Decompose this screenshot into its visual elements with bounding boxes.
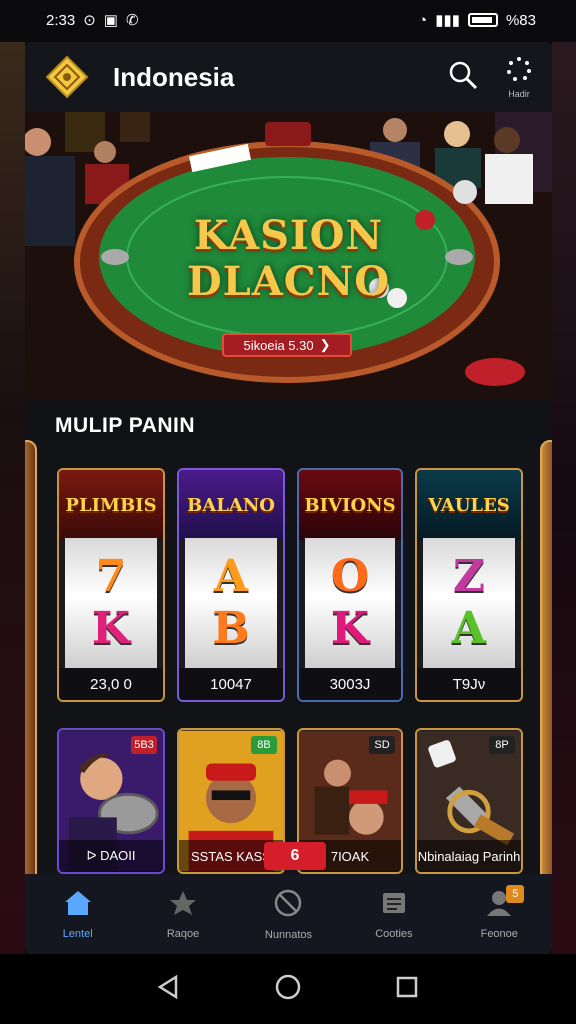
menu-label: Hadir — [508, 88, 530, 99]
menu-button[interactable]: Hadir — [506, 56, 532, 99]
game-label: Nbinalaiag Parinh — [417, 840, 521, 872]
slot-symbol: O — [330, 551, 370, 602]
phone-frame: 2:33 ⊙ ▣ ✆ ◔ ▮▮▮ %83 Indonesia Hadir KAS… — [0, 0, 576, 1024]
slot-symbol: K — [330, 603, 370, 654]
wifi-alt-icon: ⊙ — [83, 12, 96, 29]
hero-action-label: 5ikoeia 5.30 — [243, 337, 314, 353]
game-badge: 8P — [489, 736, 515, 754]
slot-reel: A B — [185, 538, 277, 668]
slot-card-1[interactable]: PLIMBIS 7 K 23,0 0 — [57, 468, 165, 702]
game-badge: 5B3 — [131, 736, 157, 754]
card-icon: ▣ — [103, 12, 118, 29]
slot-title: BALANO — [179, 470, 283, 540]
slot-title: VAULES — [417, 470, 521, 540]
star-icon — [168, 889, 198, 922]
game-label: ᐅ DAOII — [59, 840, 163, 872]
nav-item-news[interactable]: Cooties — [349, 889, 439, 940]
status-bar: 2:33 ⊙ ▣ ✆ ◔ ▮▮▮ %83 — [0, 0, 576, 40]
nav-item-home[interactable]: Lentel — [33, 889, 123, 940]
slot-card-3[interactable]: BIVIONS O K 3003J — [297, 468, 403, 702]
background-right-edge — [552, 42, 576, 954]
bottom-nav: Lentel Raqoe Nunnatos Cooties 5 Feonoe — [25, 874, 552, 954]
app-title: Indonesia — [113, 61, 235, 92]
slot-symbol: K — [91, 603, 131, 654]
status-time: 2:33 — [46, 11, 76, 29]
game-badge: SD — [369, 736, 395, 754]
hero-title-line2: DLACNO — [186, 258, 391, 305]
slot-title: PLIMBIS — [59, 470, 163, 540]
nav-item-restrictions[interactable]: Nunnatos — [243, 888, 333, 941]
slot-card-4[interactable]: VAULES Z A T9Jν — [415, 468, 523, 702]
nav-label: Feonoe — [480, 927, 518, 940]
recents-icon[interactable] — [394, 974, 420, 1005]
grid-dots-icon — [506, 56, 532, 87]
battery-icon — [467, 13, 498, 27]
slot-card-2[interactable]: BALANO A B 10047 — [177, 468, 285, 702]
nav-item-favorites[interactable]: Raqoe — [138, 889, 228, 940]
status-right: ◔ ▮▮▮ %83 — [418, 11, 536, 30]
background-left-edge — [0, 42, 25, 954]
chevron-right-icon: ❯ — [319, 337, 331, 352]
notification-badge: 5 — [506, 884, 525, 903]
battery-text: %83 — [505, 11, 536, 29]
game-card-1[interactable]: 5B3 ᐅ DAOII — [57, 728, 165, 874]
nav-label: Lentel — [62, 927, 93, 940]
hero-title-line1: KASION — [193, 212, 384, 259]
slot-reel: 7 K — [65, 538, 157, 668]
slot-value: T9Jν — [417, 668, 521, 700]
header-actions: Hadir — [448, 56, 532, 99]
slot-symbol: B — [212, 603, 250, 654]
section-title: MULIP PANIN — [55, 414, 196, 437]
signal-icon: ▮▮▮ — [435, 12, 460, 29]
right-rail-decoration — [540, 440, 552, 888]
system-nav-bar — [0, 954, 576, 1024]
slot-symbol: Z — [452, 551, 486, 602]
home-circle-icon[interactable] — [274, 973, 302, 1006]
nav-label: Raqoe — [166, 927, 200, 940]
slot-value: 3003J — [299, 668, 401, 700]
nav-label: Cooties — [375, 927, 413, 940]
hero-banner[interactable]: KASION DLACNO 5ikoeia 5.30 ❯ — [25, 112, 552, 400]
nav-item-profile[interactable]: 5 Feonoe — [454, 884, 544, 940]
slot-symbol: A — [213, 551, 249, 602]
status-left: 2:33 ⊙ ▣ ✆ — [46, 11, 139, 30]
app-window: Indonesia Hadir KASION DLACNO 5ikoeia 5.… — [25, 42, 552, 954]
logo-icon[interactable] — [45, 55, 89, 99]
slot-symbol: A — [451, 603, 487, 654]
nav-label: Nunnatos — [264, 928, 313, 941]
news-icon — [379, 889, 409, 922]
slot-reel: Z A — [423, 538, 515, 668]
search-icon[interactable] — [448, 60, 478, 95]
slot-value: 10047 — [179, 668, 283, 700]
call-icon: ✆ — [125, 12, 139, 29]
hot-badge-text: 6 — [290, 847, 300, 864]
hero-action-button[interactable]: 5ikoeia 5.30 ❯ — [222, 333, 352, 357]
left-rail-decoration — [25, 440, 37, 888]
slot-symbol: 7 — [95, 551, 127, 602]
slot-value: 23,0 0 — [59, 668, 163, 700]
slot-reel: O K — [305, 538, 395, 668]
game-card-4[interactable]: 8P Nbinalaiag Parinh — [415, 728, 523, 874]
hot-badge: 6 — [264, 842, 326, 870]
game-badge: 8B — [251, 736, 277, 754]
app-header: Indonesia Hadir — [25, 42, 552, 112]
home-icon — [63, 889, 93, 922]
ban-icon — [273, 888, 303, 923]
back-icon[interactable] — [156, 974, 182, 1005]
wifi-icon: ◔ — [418, 11, 428, 29]
slot-title: BIVIONS — [299, 470, 401, 540]
